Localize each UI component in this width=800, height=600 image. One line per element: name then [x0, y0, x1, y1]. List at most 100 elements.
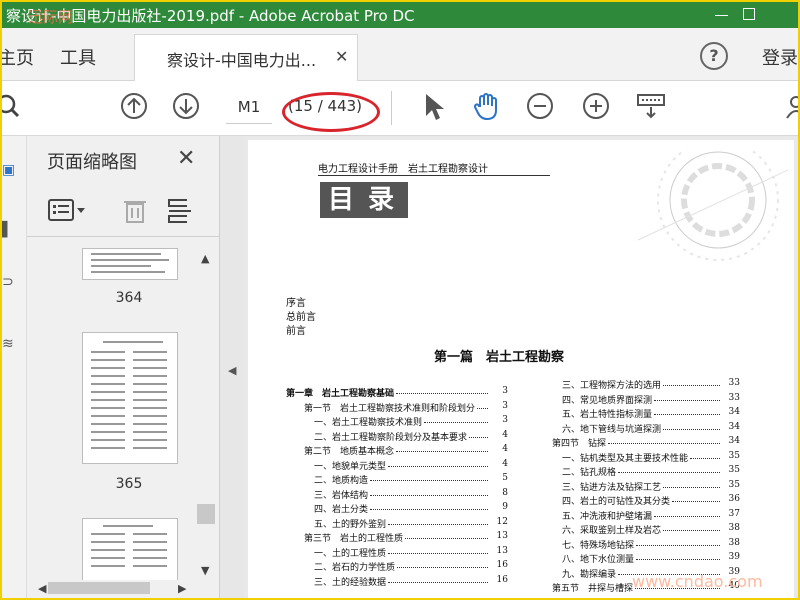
scroll-left-icon[interactable]: ◀	[38, 582, 46, 595]
hand-tool-icon[interactable]	[472, 92, 502, 122]
tab-document[interactable]: 察设计-中国电力出... ✕	[134, 34, 358, 81]
toc-entry-text[interactable]: 四、常见地质界面探测	[562, 393, 652, 406]
toc-page-number: 3	[502, 400, 508, 411]
page-thumbnails-icon[interactable]: ▣	[2, 162, 16, 180]
toc-entry-text[interactable]: 三、工程物探方法的选用	[562, 378, 661, 391]
thumbnail-label: 365	[115, 476, 143, 492]
attachments-icon[interactable]: ⊃	[2, 274, 16, 292]
scroll-right-icon[interactable]: ▶	[178, 582, 186, 595]
toc-leader-dots	[396, 444, 488, 452]
toc-entry-text[interactable]: 二、地质构造	[314, 473, 368, 486]
toc-page-number: 38	[728, 537, 740, 548]
toc-entry-text[interactable]: 八、地下水位测量	[562, 552, 634, 565]
search-icon[interactable]	[2, 92, 28, 122]
page-number-input[interactable]: M1	[226, 91, 272, 124]
page-thumbnail-364[interactable]	[82, 248, 178, 280]
minimize-button[interactable]	[708, 2, 736, 28]
toc-entry-text[interactable]: 四、岩土的可钻性及其分类	[562, 494, 670, 507]
toc-entry-text[interactable]: 五、岩土特性指标测量	[562, 407, 652, 420]
thumbnail-vertical-scrollbar[interactable]	[196, 250, 216, 580]
toc-entry-text[interactable]: 二、岩土工程勘察阶段划分及基本要求	[314, 430, 467, 443]
toc-leader-dots	[636, 538, 720, 546]
tab-row: 主页 工具 察设计-中国电力出... ✕ ? 登录	[2, 28, 798, 81]
toc-entry-text[interactable]: 第五节 井探与槽探	[552, 581, 633, 594]
toc-leader-dots	[370, 502, 488, 510]
scroll-up-icon[interactable]: ▲	[201, 252, 209, 265]
toc-page-number: 34	[728, 421, 740, 432]
toc-entry-text[interactable]: 七、特殊场地钻探	[562, 538, 634, 551]
toc-entry-text[interactable]: 三、土的经验数据	[314, 575, 386, 588]
toc-entry-text[interactable]: 一、岩土工程勘察技术准则	[314, 415, 422, 428]
collapse-arrow-icon[interactable]: ◀	[228, 364, 236, 377]
next-page-icon[interactable]	[172, 92, 202, 122]
toc-leader-dots	[388, 459, 488, 467]
panel-title: 页面缩略图	[47, 152, 137, 173]
zoom-in-icon[interactable]	[582, 92, 612, 122]
tab-tools[interactable]: 工具	[60, 44, 96, 70]
delete-page-icon[interactable]	[121, 196, 151, 230]
toc-entry-text[interactable]: 第一节 岩土工程勘察技术准则和阶段划分	[304, 401, 475, 414]
toc-entry-text[interactable]: 六、采取鉴别土样及岩芯	[562, 523, 661, 536]
toolbar: M1 (15 / 443)	[2, 81, 798, 136]
toc-leader-dots	[370, 473, 488, 481]
help-icon[interactable]: ?	[700, 42, 728, 70]
close-tab-icon[interactable]: ✕	[335, 47, 348, 66]
navigation-pane-strip: ▣ ▌ ⊃ ≋	[2, 136, 27, 598]
thumbnail-options-icon[interactable]	[47, 198, 87, 226]
scroll-down-icon[interactable]: ▼	[201, 564, 209, 577]
previous-page-icon[interactable]	[120, 92, 150, 122]
toc-entry-text[interactable]: 三、钻进方法及钻探工艺	[562, 480, 661, 493]
layers-icon[interactable]: ≋	[2, 336, 16, 354]
login-button[interactable]: 登录	[762, 44, 798, 70]
toc-page-number: 16	[496, 560, 508, 570]
toc-entry-text[interactable]: 第一章 岩土工程勘察基础	[286, 386, 394, 399]
toc-entry-text[interactable]: 五、土的野外鉴别	[314, 517, 386, 530]
close-panel-icon[interactable]: ✕	[177, 146, 195, 171]
page-thumbnail-366[interactable]	[82, 518, 178, 582]
watermark-bottom: www.cndao.com	[632, 572, 763, 591]
toc-leader-dots	[663, 378, 720, 386]
toc-leader-dots	[388, 575, 488, 583]
toc-entry-text[interactable]: 六、地下管线与坑道探测	[562, 422, 661, 435]
toc-leader-dots	[654, 393, 720, 401]
toc-page-number: 37	[728, 508, 740, 519]
maximize-button[interactable]	[736, 2, 764, 28]
toc-entry-text[interactable]: 第三节 岩土的工程性质	[304, 531, 403, 544]
toc-entry-text[interactable]: 第二节 地质基本概念	[304, 444, 394, 457]
toc-entry-text[interactable]: 第四节 钻探	[552, 436, 606, 449]
bookmarks-icon[interactable]: ▌	[2, 222, 16, 240]
toc-entry-text[interactable]: 四、岩土分类	[314, 502, 368, 515]
horizontal-scroll-thumb[interactable]	[48, 582, 150, 594]
application-window: 察设计-中国电力出版社-2019.pdf - Adobe Acrobat Pro…	[0, 0, 800, 600]
pane-collapse-handle[interactable]: ◀	[220, 136, 244, 598]
tab-home[interactable]: 主页	[2, 44, 34, 70]
page-header: 电力工程设计手册 岩土工程勘察设计	[318, 164, 488, 175]
toc-entry-text[interactable]: 一、地貌单元类型	[314, 459, 386, 472]
toc-entry-text[interactable]: 五、冲洗液和护壁堵漏	[562, 509, 652, 522]
contents-title: 目录	[320, 182, 408, 218]
toc-page-number: 38	[728, 523, 740, 533]
zoom-out-icon[interactable]	[526, 92, 556, 122]
toc-page-number: 35	[728, 450, 740, 461]
toc-page-number: 35	[728, 465, 740, 475]
share-icon[interactable]	[784, 92, 798, 122]
insert-page-icon[interactable]	[165, 196, 195, 230]
toc-page-number: 3	[502, 415, 508, 425]
toc-leader-dots	[469, 430, 488, 438]
vertical-scroll-thumb[interactable]	[197, 504, 215, 524]
fit-page-icon[interactable]	[636, 92, 666, 122]
toc-page-number: 36	[728, 494, 740, 504]
toc-page-number: 34	[728, 436, 740, 446]
toc-entry-text[interactable]: 二、岩石的力学性质	[314, 560, 395, 573]
toc-entry-text[interactable]: 二、钻孔规格	[562, 465, 616, 478]
toc-leader-dots	[618, 465, 720, 473]
toc-leader-dots	[654, 509, 720, 517]
toc-entry-text[interactable]: 九、勘探编录	[562, 567, 616, 580]
toc-entry-text[interactable]: 三、岩体结构	[314, 488, 368, 501]
toc-entry-text[interactable]: 一、钻机类型及其主要技术性能	[562, 451, 688, 464]
toc-page-number: 5	[502, 473, 508, 483]
toc-entry-text[interactable]: 一、土的工程性质	[314, 546, 386, 559]
page-thumbnail-365[interactable]	[82, 332, 178, 464]
select-cursor-icon[interactable]	[420, 92, 450, 122]
toc-leader-dots	[405, 531, 488, 539]
